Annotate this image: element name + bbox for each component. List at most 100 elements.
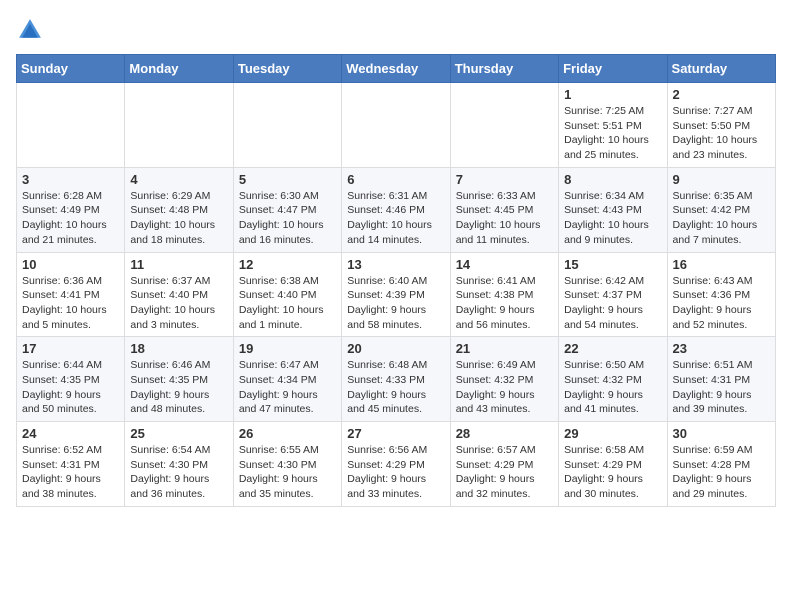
day-info: Sunrise: 6:59 AM Sunset: 4:28 PM Dayligh…	[673, 443, 770, 502]
day-number: 3	[22, 172, 119, 187]
weekday-saturday: Saturday	[667, 55, 775, 83]
day-info: Sunrise: 6:43 AM Sunset: 4:36 PM Dayligh…	[673, 274, 770, 333]
day-info: Sunrise: 6:47 AM Sunset: 4:34 PM Dayligh…	[239, 358, 336, 417]
day-number: 19	[239, 341, 336, 356]
calendar-cell: 12 Sunrise: 6:38 AM Sunset: 4:40 PM Dayli…	[233, 252, 341, 337]
day-number: 8	[564, 172, 661, 187]
calendar-cell: 2 Sunrise: 7:27 AM Sunset: 5:50 PM Daylig…	[667, 83, 775, 168]
weekday-thursday: Thursday	[450, 55, 558, 83]
day-info: Sunrise: 7:27 AM Sunset: 5:50 PM Dayligh…	[673, 104, 770, 163]
day-info: Sunrise: 6:29 AM Sunset: 4:48 PM Dayligh…	[130, 189, 227, 248]
week-row-5: 24 Sunrise: 6:52 AM Sunset: 4:31 PM Dayli…	[17, 422, 776, 507]
weekday-tuesday: Tuesday	[233, 55, 341, 83]
day-number: 2	[673, 87, 770, 102]
day-number: 6	[347, 172, 444, 187]
day-info: Sunrise: 6:40 AM Sunset: 4:39 PM Dayligh…	[347, 274, 444, 333]
calendar-cell: 30 Sunrise: 6:59 AM Sunset: 4:28 PM Dayli…	[667, 422, 775, 507]
calendar-cell: 17Sunrise: 6:44 AM Sunset: 4:35 PM Dayli…	[17, 337, 125, 422]
day-info: Sunrise: 6:30 AM Sunset: 4:47 PM Dayligh…	[239, 189, 336, 248]
day-info: Sunrise: 6:51 AM Sunset: 4:31 PM Dayligh…	[673, 358, 770, 417]
calendar-cell: 3Sunrise: 6:28 AM Sunset: 4:49 PM Daylig…	[17, 167, 125, 252]
calendar-cell: 21 Sunrise: 6:49 AM Sunset: 4:32 PM Dayli…	[450, 337, 558, 422]
day-info: Sunrise: 6:31 AM Sunset: 4:46 PM Dayligh…	[347, 189, 444, 248]
day-info: Sunrise: 6:56 AM Sunset: 4:29 PM Dayligh…	[347, 443, 444, 502]
day-number: 5	[239, 172, 336, 187]
day-info: Sunrise: 6:34 AM Sunset: 4:43 PM Dayligh…	[564, 189, 661, 248]
day-number: 18	[130, 341, 227, 356]
calendar-cell: 29 Sunrise: 6:58 AM Sunset: 4:29 PM Dayli…	[559, 422, 667, 507]
day-number: 17	[22, 341, 119, 356]
day-number: 15	[564, 257, 661, 272]
day-info: Sunrise: 6:50 AM Sunset: 4:32 PM Dayligh…	[564, 358, 661, 417]
day-number: 21	[456, 341, 553, 356]
calendar-cell: 27 Sunrise: 6:56 AM Sunset: 4:29 PM Dayli…	[342, 422, 450, 507]
day-info: Sunrise: 6:46 AM Sunset: 4:35 PM Dayligh…	[130, 358, 227, 417]
logo	[16, 16, 48, 44]
day-info: Sunrise: 6:48 AM Sunset: 4:33 PM Dayligh…	[347, 358, 444, 417]
calendar-cell: 1Sunrise: 7:25 AM Sunset: 5:51 PM Daylig…	[559, 83, 667, 168]
calendar-cell: 18 Sunrise: 6:46 AM Sunset: 4:35 PM Dayli…	[125, 337, 233, 422]
calendar-cell: 23 Sunrise: 6:51 AM Sunset: 4:31 PM Dayli…	[667, 337, 775, 422]
day-number: 20	[347, 341, 444, 356]
weekday-sunday: Sunday	[17, 55, 125, 83]
calendar-cell: 13 Sunrise: 6:40 AM Sunset: 4:39 PM Dayli…	[342, 252, 450, 337]
day-number: 24	[22, 426, 119, 441]
day-number: 22	[564, 341, 661, 356]
weekday-wednesday: Wednesday	[342, 55, 450, 83]
page-header	[16, 16, 776, 44]
day-info: Sunrise: 6:41 AM Sunset: 4:38 PM Dayligh…	[456, 274, 553, 333]
week-row-3: 10Sunrise: 6:36 AM Sunset: 4:41 PM Dayli…	[17, 252, 776, 337]
calendar-cell	[233, 83, 341, 168]
day-info: Sunrise: 6:55 AM Sunset: 4:30 PM Dayligh…	[239, 443, 336, 502]
day-number: 11	[130, 257, 227, 272]
calendar-cell: 8 Sunrise: 6:34 AM Sunset: 4:43 PM Daylig…	[559, 167, 667, 252]
day-number: 16	[673, 257, 770, 272]
calendar-cell	[450, 83, 558, 168]
calendar-cell: 4 Sunrise: 6:29 AM Sunset: 4:48 PM Daylig…	[125, 167, 233, 252]
calendar-cell: 16 Sunrise: 6:43 AM Sunset: 4:36 PM Dayli…	[667, 252, 775, 337]
weekday-monday: Monday	[125, 55, 233, 83]
day-number: 4	[130, 172, 227, 187]
calendar-cell: 19 Sunrise: 6:47 AM Sunset: 4:34 PM Dayli…	[233, 337, 341, 422]
calendar-cell: 28 Sunrise: 6:57 AM Sunset: 4:29 PM Dayli…	[450, 422, 558, 507]
day-info: Sunrise: 6:57 AM Sunset: 4:29 PM Dayligh…	[456, 443, 553, 502]
week-row-4: 17Sunrise: 6:44 AM Sunset: 4:35 PM Dayli…	[17, 337, 776, 422]
day-number: 7	[456, 172, 553, 187]
day-info: Sunrise: 6:58 AM Sunset: 4:29 PM Dayligh…	[564, 443, 661, 502]
day-number: 9	[673, 172, 770, 187]
day-number: 27	[347, 426, 444, 441]
week-row-2: 3Sunrise: 6:28 AM Sunset: 4:49 PM Daylig…	[17, 167, 776, 252]
day-info: Sunrise: 6:35 AM Sunset: 4:42 PM Dayligh…	[673, 189, 770, 248]
calendar-cell: 7 Sunrise: 6:33 AM Sunset: 4:45 PM Daylig…	[450, 167, 558, 252]
calendar-cell: 9 Sunrise: 6:35 AM Sunset: 4:42 PM Daylig…	[667, 167, 775, 252]
calendar-cell: 6 Sunrise: 6:31 AM Sunset: 4:46 PM Daylig…	[342, 167, 450, 252]
day-number: 25	[130, 426, 227, 441]
calendar-cell: 14Sunrise: 6:41 AM Sunset: 4:38 PM Dayli…	[450, 252, 558, 337]
day-info: Sunrise: 6:49 AM Sunset: 4:32 PM Dayligh…	[456, 358, 553, 417]
calendar-cell: 11 Sunrise: 6:37 AM Sunset: 4:40 PM Dayli…	[125, 252, 233, 337]
day-number: 28	[456, 426, 553, 441]
day-number: 30	[673, 426, 770, 441]
calendar-cell: 10Sunrise: 6:36 AM Sunset: 4:41 PM Dayli…	[17, 252, 125, 337]
calendar-cell: 25Sunrise: 6:54 AM Sunset: 4:30 PM Dayli…	[125, 422, 233, 507]
calendar-cell: 5 Sunrise: 6:30 AM Sunset: 4:47 PM Daylig…	[233, 167, 341, 252]
day-info: Sunrise: 6:42 AM Sunset: 4:37 PM Dayligh…	[564, 274, 661, 333]
calendar-cell	[342, 83, 450, 168]
calendar-cell	[125, 83, 233, 168]
day-info: Sunrise: 6:38 AM Sunset: 4:40 PM Dayligh…	[239, 274, 336, 333]
week-row-1: 1Sunrise: 7:25 AM Sunset: 5:51 PM Daylig…	[17, 83, 776, 168]
weekday-header-row: SundayMondayTuesdayWednesdayThursdayFrid…	[17, 55, 776, 83]
day-number: 12	[239, 257, 336, 272]
calendar-table: SundayMondayTuesdayWednesdayThursdayFrid…	[16, 54, 776, 507]
day-number: 13	[347, 257, 444, 272]
weekday-friday: Friday	[559, 55, 667, 83]
day-number: 26	[239, 426, 336, 441]
day-info: Sunrise: 6:37 AM Sunset: 4:40 PM Dayligh…	[130, 274, 227, 333]
day-info: Sunrise: 6:52 AM Sunset: 4:31 PM Dayligh…	[22, 443, 119, 502]
day-number: 29	[564, 426, 661, 441]
day-number: 23	[673, 341, 770, 356]
calendar-cell: 20 Sunrise: 6:48 AM Sunset: 4:33 PM Dayli…	[342, 337, 450, 422]
logo-icon	[16, 16, 44, 44]
day-info: Sunrise: 6:33 AM Sunset: 4:45 PM Dayligh…	[456, 189, 553, 248]
calendar-cell: 24 Sunrise: 6:52 AM Sunset: 4:31 PM Dayli…	[17, 422, 125, 507]
